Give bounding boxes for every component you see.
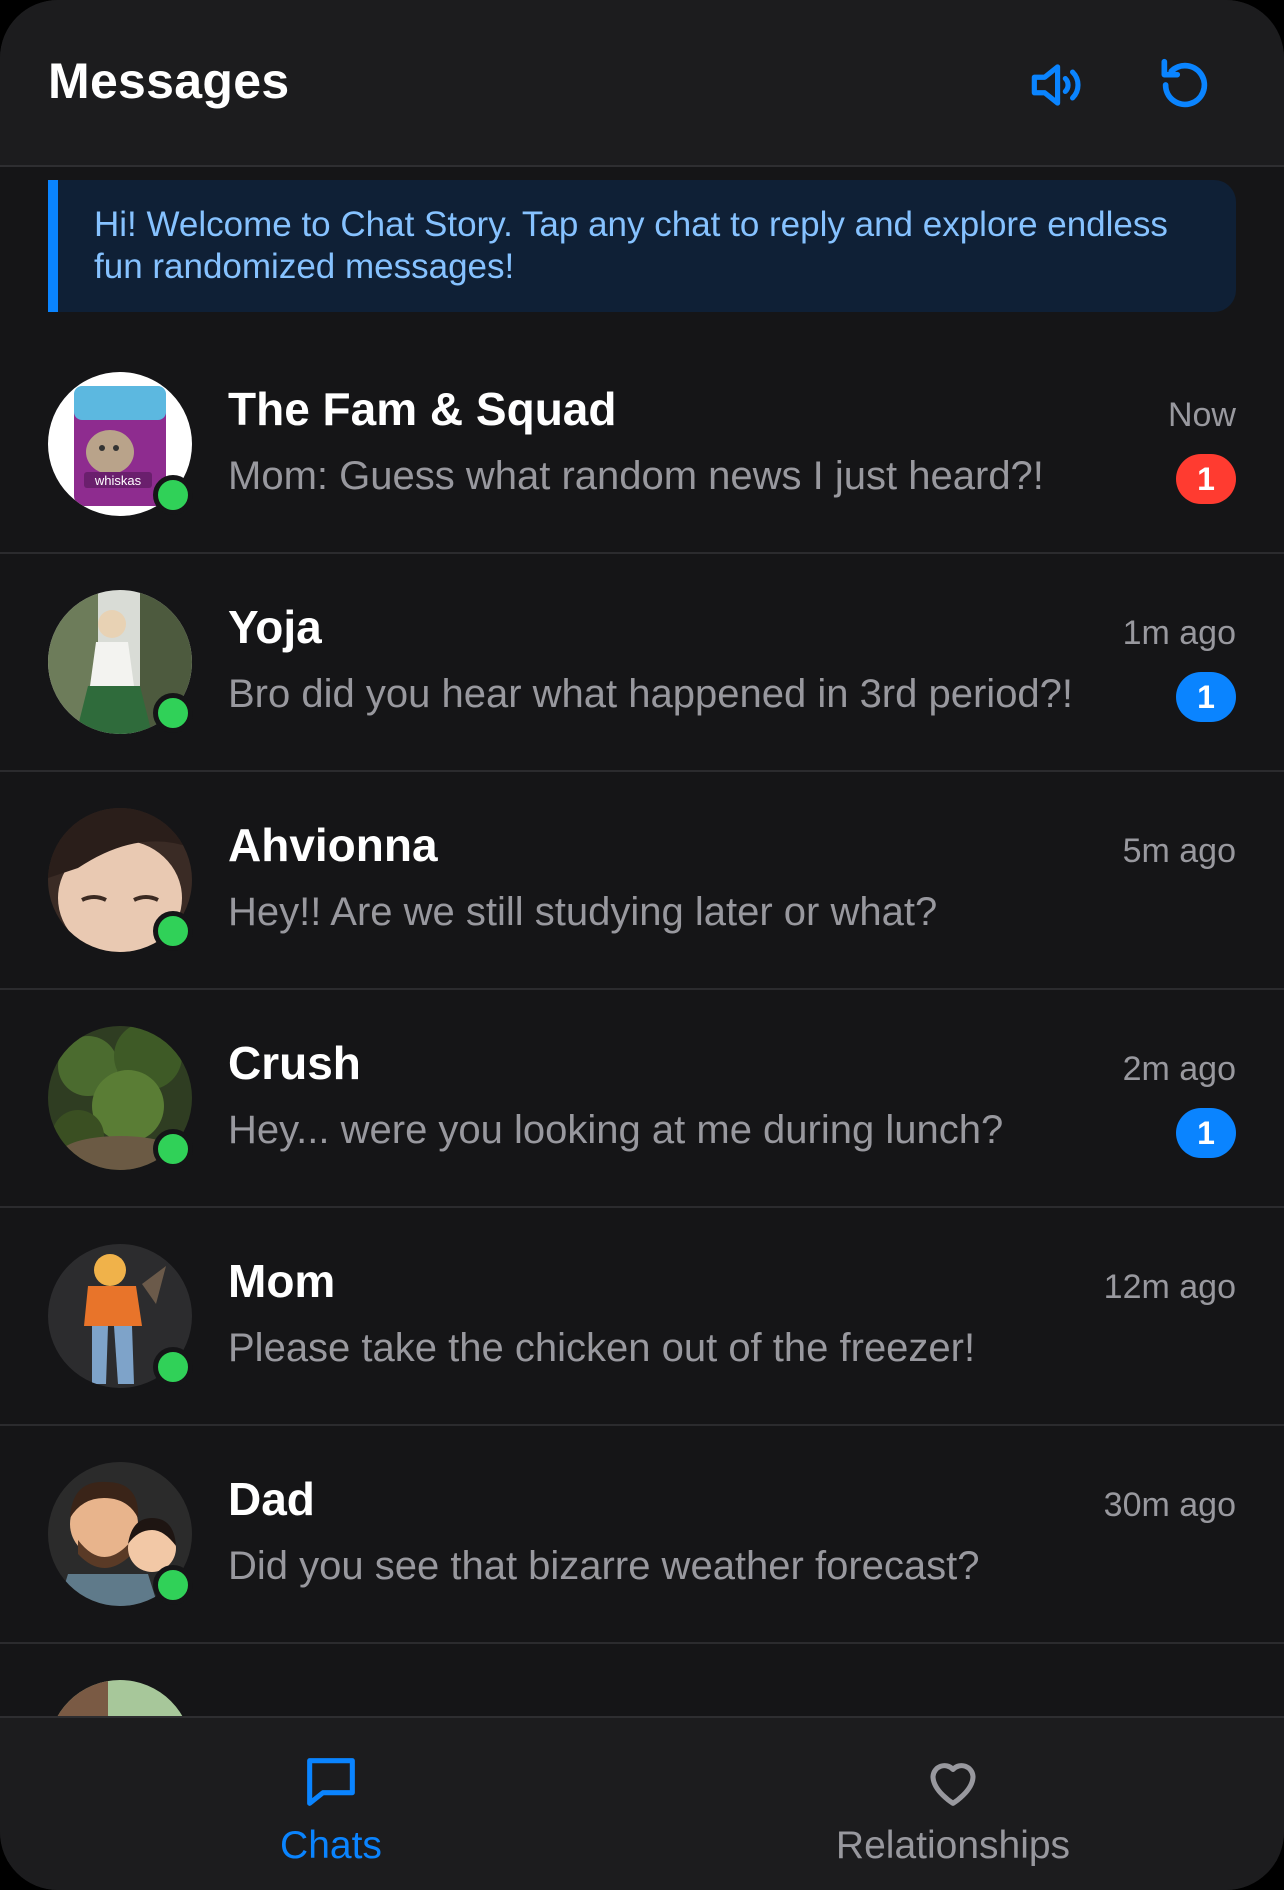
header-bar: Messages — [0, 0, 1284, 167]
chat-row-mom[interactable]: Mom Please take the chicken out of the f… — [0, 1208, 1284, 1426]
chat-name: Crush — [228, 1037, 361, 1089]
welcome-banner: Hi! Welcome to Chat Story. Tap any chat … — [48, 180, 1236, 312]
chat-name: Yoja — [228, 601, 322, 653]
chat-row-yoja[interactable]: Yoja Bro did you hear what happened in 3… — [0, 554, 1284, 772]
chat-preview: Mom: Guess what random news I just heard… — [228, 454, 1044, 498]
unread-badge: 1 — [1176, 454, 1236, 504]
heart-icon — [930, 1763, 976, 1806]
chat-row-the-fam-squad[interactable]: whiskas The Fam & Squad Mom: Guess what … — [0, 336, 1284, 554]
page-title: Messages — [48, 53, 290, 109]
chat-name: Dad — [228, 1473, 315, 1525]
online-indicator — [153, 475, 193, 515]
chat-time: Now — [1167, 396, 1236, 434]
bottom-tab-bar: Chats Relationships — [0, 1716, 1284, 1890]
tab-relationships[interactable]: Relationships — [632, 1718, 1274, 1890]
chat-name: Ahvionna — [228, 819, 438, 871]
chat-row-ahvionna[interactable]: Ahvionna Hey!! Are we still studying lat… — [0, 772, 1284, 990]
sound-button[interactable] — [1022, 52, 1088, 118]
tab-relationships-label: Relationships — [835, 1824, 1071, 1867]
online-indicator — [153, 1565, 193, 1605]
online-indicator — [153, 693, 193, 733]
chat-name: The Fam & Squad — [228, 383, 617, 435]
welcome-banner-line-2: fun randomized messages! — [94, 247, 515, 286]
online-indicator — [153, 911, 193, 951]
unread-badge: 1 — [1176, 1108, 1236, 1158]
chat-preview: Hey!! Are we still studying later or wha… — [228, 890, 938, 934]
welcome-banner-line-1: Hi! Welcome to Chat Story. Tap any chat … — [94, 205, 1168, 244]
speaker-wave-icon — [1031, 64, 1081, 106]
svg-text:whiskas: whiskas — [94, 473, 142, 488]
chat-time: 12m ago — [1103, 1268, 1236, 1306]
chat-preview: Did you see that bizarre weather forecas… — [228, 1544, 980, 1588]
refresh-icon — [1161, 58, 1208, 108]
chat-time: 2m ago — [1122, 1050, 1236, 1088]
chat-preview: Please take the chicken out of the freez… — [228, 1326, 976, 1370]
unread-badge: 1 — [1176, 672, 1236, 722]
refresh-button[interactable] — [1152, 52, 1218, 118]
chat-row-crush[interactable]: Crush Hey... were you looking at me duri… — [0, 990, 1284, 1208]
chat-time: 30m ago — [1103, 1486, 1236, 1524]
chat-name: Mom — [228, 1255, 336, 1307]
chat-preview: Bro did you hear what happened in 3rd pe… — [228, 672, 1074, 716]
chat-bubble-icon — [307, 1758, 355, 1806]
chat-time: 1m ago — [1122, 614, 1236, 652]
chat-time: 5m ago — [1122, 832, 1236, 870]
chat-preview: Hey... were you looking at me during lun… — [228, 1108, 1004, 1152]
chat-list: whiskas The Fam & Squad Mom: Guess what … — [0, 336, 1284, 1862]
app-screen: Messages Hi! Welcome to Chat Story. Tap … — [0, 0, 1284, 1890]
tab-chats[interactable]: Chats — [10, 1718, 652, 1890]
online-indicator — [153, 1347, 193, 1387]
online-indicator — [153, 1129, 193, 1169]
chat-row-dad[interactable]: Dad Did you see that bizarre weather for… — [0, 1426, 1284, 1644]
tab-chats-label: Chats — [280, 1824, 382, 1867]
